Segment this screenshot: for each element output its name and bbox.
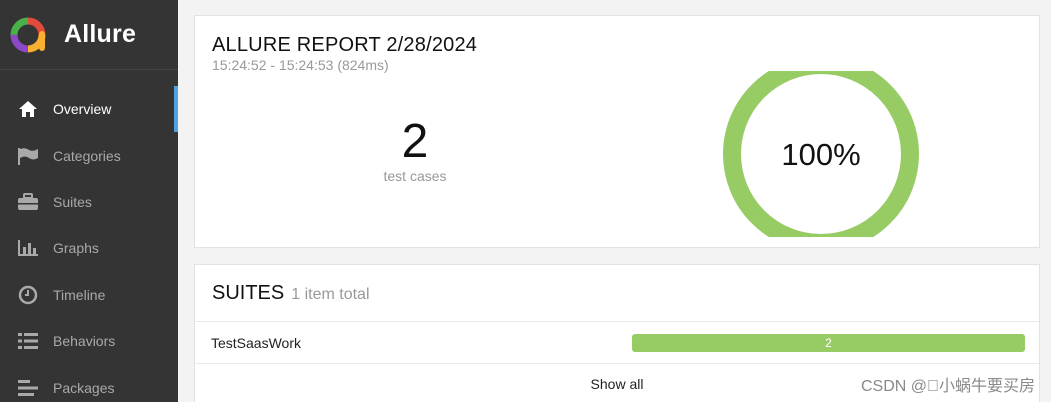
suites-count: 1 item total xyxy=(291,286,370,303)
clock-icon xyxy=(17,285,39,305)
allure-logo-icon xyxy=(10,17,46,52)
test-count: 2 xyxy=(401,115,429,168)
test-count-block: 2 test cases xyxy=(365,115,465,185)
brand-name: Allure xyxy=(64,20,137,48)
brand[interactable]: Allure xyxy=(0,0,178,70)
suite-name: TestSaasWork xyxy=(211,334,301,351)
sidebar-item-label: Suites xyxy=(53,193,92,210)
sidebar-item-suites[interactable]: Suites xyxy=(0,179,178,225)
flag-icon xyxy=(17,146,39,166)
sidebar-item-categories[interactable]: Categories xyxy=(0,132,178,178)
suites-header: SUITES 1 item total xyxy=(195,265,1039,322)
sidebar-item-label: Timeline xyxy=(53,286,106,303)
sidebar-item-label: Packages xyxy=(53,379,115,396)
summary-widget: ALLURE REPORT 2/28/2024 15:24:52 - 15:24… xyxy=(194,15,1040,248)
report-title: ALLURE REPORT 2/28/2024 xyxy=(212,34,478,56)
test-count-label: test cases xyxy=(383,168,447,184)
suite-row[interactable]: TestSaasWork 2 xyxy=(195,322,1039,364)
sidebar-item-behaviors[interactable]: Behaviors xyxy=(0,318,178,364)
pass-rate-donut[interactable]: 100% xyxy=(723,71,919,237)
sidebar-item-label: Categories xyxy=(53,147,121,164)
list-icon xyxy=(17,331,39,351)
briefcase-icon xyxy=(17,192,39,212)
suite-status-bar: 2 xyxy=(632,334,1025,352)
align-left-icon xyxy=(17,378,39,398)
watermark: CSDN @ 小蜗牛要买房 xyxy=(860,378,1035,395)
sidebar-item-label: Behaviors xyxy=(53,333,116,350)
report-time: 15:24:52 - 15:24:53 (824ms) xyxy=(212,57,389,73)
suites-title: SUITES xyxy=(212,282,285,304)
sidebar-item-graphs[interactable]: Graphs xyxy=(0,225,178,271)
suite-passed-count: 2 xyxy=(825,336,832,350)
home-icon xyxy=(17,99,39,119)
sidebar-item-packages[interactable]: Packages xyxy=(0,364,178,402)
sidebar: Allure Overview Categories Suites Graphs xyxy=(0,0,178,402)
sidebar-item-label: Overview xyxy=(53,101,112,118)
pass-rate-label: 100% xyxy=(781,137,860,172)
sidebar-nav: Overview Categories Suites Graphs Timeli… xyxy=(0,86,178,402)
bar-chart-icon xyxy=(17,238,39,258)
sidebar-item-timeline[interactable]: Timeline xyxy=(0,272,178,318)
sidebar-item-label: Graphs xyxy=(53,240,99,257)
sidebar-item-overview[interactable]: Overview xyxy=(0,86,178,133)
